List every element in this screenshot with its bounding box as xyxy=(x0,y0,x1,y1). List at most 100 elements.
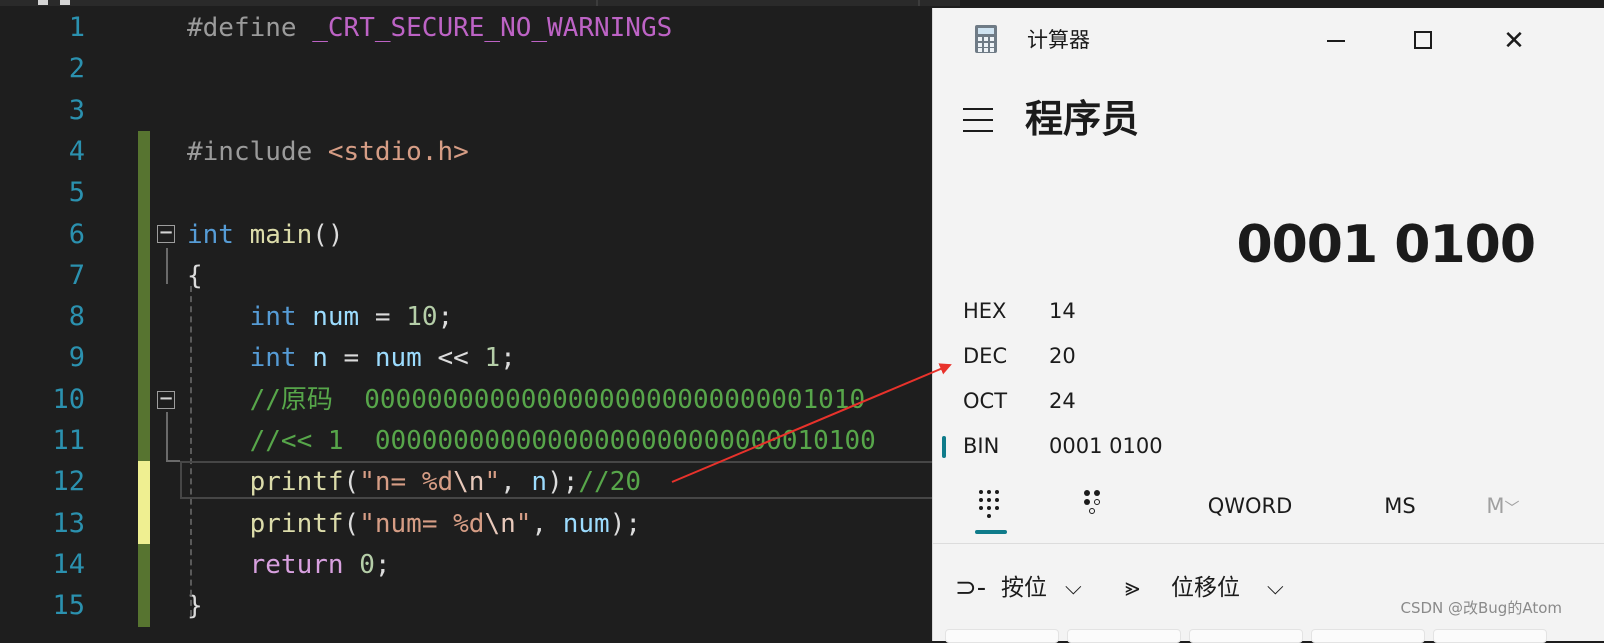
code-line[interactable]: 13 printf("num= %d\n", num); xyxy=(0,502,960,545)
chevron-down-icon: ﹀ xyxy=(1504,499,1520,517)
radix-value: 0001 0100 xyxy=(1049,434,1163,458)
code-line[interactable]: 2 xyxy=(0,48,960,90)
chevron-down-icon: ⌵ xyxy=(1267,575,1284,600)
radix-row-oct[interactable]: OCT 24 xyxy=(933,379,1604,424)
radix-row-hex[interactable]: HEX 14 xyxy=(933,289,1604,334)
code-token: <stdio.h> xyxy=(327,136,469,167)
code-line[interactable]: 6 int main() xyxy=(0,213,960,256)
change-indicator xyxy=(138,337,150,380)
line-number: 6 xyxy=(68,218,85,250)
minimize-button[interactable] xyxy=(1305,18,1365,64)
code-text[interactable]: //<< 1 00000000000000000000000000010100 xyxy=(187,420,876,462)
minimize-icon xyxy=(1327,40,1345,42)
change-indicator xyxy=(138,420,150,462)
hamburger-icon xyxy=(963,108,993,110)
change-indicator xyxy=(138,543,150,586)
memory-store-button[interactable]: MS xyxy=(1365,478,1435,538)
code-line[interactable]: 1 #define _CRT_SECURE_NO_WARNINGS xyxy=(0,7,960,49)
code-token: \n xyxy=(484,508,516,539)
bitwise-dropdown[interactable]: ⊃- 按位 ⌵ xyxy=(955,563,1095,613)
code-text[interactable]: //原码 00000000000000000000000000001010 xyxy=(187,379,866,421)
code-line[interactable]: 14 return 0; xyxy=(0,543,960,586)
code-line[interactable]: 9 int n = num << 1; xyxy=(0,337,960,380)
tab-marker xyxy=(38,0,48,5)
radix-row-dec[interactable]: DEC 20 xyxy=(933,334,1604,379)
line-number: 12 xyxy=(52,466,85,498)
chevron-down-icon: ⌵ xyxy=(1065,575,1082,600)
radix-value: 14 xyxy=(1049,299,1076,323)
calculator-app-icon xyxy=(975,25,997,53)
radix-row-bin[interactable]: BIN 0001 0100 xyxy=(933,424,1604,469)
change-indicator xyxy=(138,130,150,173)
code-token: main xyxy=(249,219,313,250)
change-indicator xyxy=(138,461,150,504)
collapse-toggle-comment[interactable]: − xyxy=(157,390,175,409)
bit-shift-dropdown[interactable]: ⪢ 位移位 ⌵ xyxy=(1125,563,1295,613)
editor-tab-strip xyxy=(0,0,960,6)
code-token: << xyxy=(421,343,485,374)
line-number: 14 xyxy=(52,548,85,580)
code-editor[interactable]: 1 #define _CRT_SECURE_NO_WARNINGS 2 3 4 #incl… xyxy=(0,0,960,641)
code-line[interactable]: 10 //原码 00000000000000000000000000001010 xyxy=(0,378,960,421)
code-text[interactable]: #define _CRT_SECURE_NO_WARNINGS xyxy=(187,7,672,49)
maximize-button[interactable] xyxy=(1393,18,1453,64)
fold-guide-end xyxy=(166,460,180,462)
line-number: 5 xyxy=(68,177,85,209)
fold-guide xyxy=(166,248,168,284)
keypad-mode-bar: QWORD MS M﹀ xyxy=(933,478,1604,538)
code-line[interactable]: 11 //<< 1 000000000000000000000000000101… xyxy=(0,420,960,462)
line-number: 8 xyxy=(68,301,85,333)
code-line[interactable]: 8 int num = 10; xyxy=(0,296,960,339)
radix-value: 24 xyxy=(1049,389,1076,413)
code-token: _CRT_SECURE_NO_WARNINGS xyxy=(312,13,673,43)
close-button[interactable]: ✕ xyxy=(1484,18,1544,64)
change-indicator xyxy=(138,254,150,297)
change-indicator xyxy=(138,378,150,421)
code-text[interactable]: int num = 10; xyxy=(187,296,454,338)
code-token: ; xyxy=(374,549,391,580)
code-token: 10 xyxy=(406,302,438,333)
memory-recall-button[interactable]: M﹀ xyxy=(1473,478,1533,538)
maximize-icon xyxy=(1414,31,1432,49)
code-token: num xyxy=(312,302,360,333)
code-line[interactable]: 7{ xyxy=(0,254,960,297)
code-text[interactable]: #include <stdio.h> xyxy=(187,131,469,173)
memory-recall-label: M xyxy=(1486,494,1505,518)
change-indicator xyxy=(138,213,150,256)
code-token: int xyxy=(249,302,297,333)
code-text[interactable]: int main() xyxy=(187,214,344,256)
collapse-toggle-main[interactable]: − xyxy=(157,224,175,243)
tab-separator xyxy=(918,0,920,6)
word-size-button[interactable]: QWORD xyxy=(1195,478,1305,538)
navigation-menu-button[interactable] xyxy=(963,108,995,132)
code-text[interactable]: return 0; xyxy=(187,544,391,586)
code-token: "num= %d xyxy=(359,508,485,539)
code-line[interactable]: 15} xyxy=(0,585,960,628)
code-line[interactable]: 4 #include <stdio.h> xyxy=(0,130,960,173)
full-keypad-icon[interactable] xyxy=(979,490,1001,520)
code-token: int xyxy=(187,219,234,250)
code-token: #include xyxy=(187,136,328,167)
active-tab-underline xyxy=(975,530,1007,534)
code-token: () xyxy=(312,219,344,250)
logic-gate-icon: ⊃- xyxy=(955,573,987,603)
code-line[interactable]: 5 xyxy=(0,172,960,215)
code-token: , xyxy=(531,508,563,539)
bit-toggling-keypad-icon[interactable] xyxy=(1081,490,1107,524)
code-token: //原码 00000000000000000000000000001010 xyxy=(249,384,866,415)
bit-shift-label: 位移位 xyxy=(1171,575,1240,601)
bit-shift-icon: ⪢ xyxy=(1125,573,1140,603)
code-line[interactable]: 3 xyxy=(0,90,960,132)
code-text[interactable]: printf("num= %d\n", num); xyxy=(187,503,641,545)
code-text[interactable]: int n = num << 1; xyxy=(187,337,516,379)
line-number: 15 xyxy=(52,590,85,622)
selected-indicator xyxy=(942,436,946,458)
line-number: 13 xyxy=(52,507,85,539)
result-display: 0001 0100 xyxy=(1236,215,1536,275)
current-line-highlight xyxy=(180,461,960,499)
code-token: ; xyxy=(500,343,516,374)
